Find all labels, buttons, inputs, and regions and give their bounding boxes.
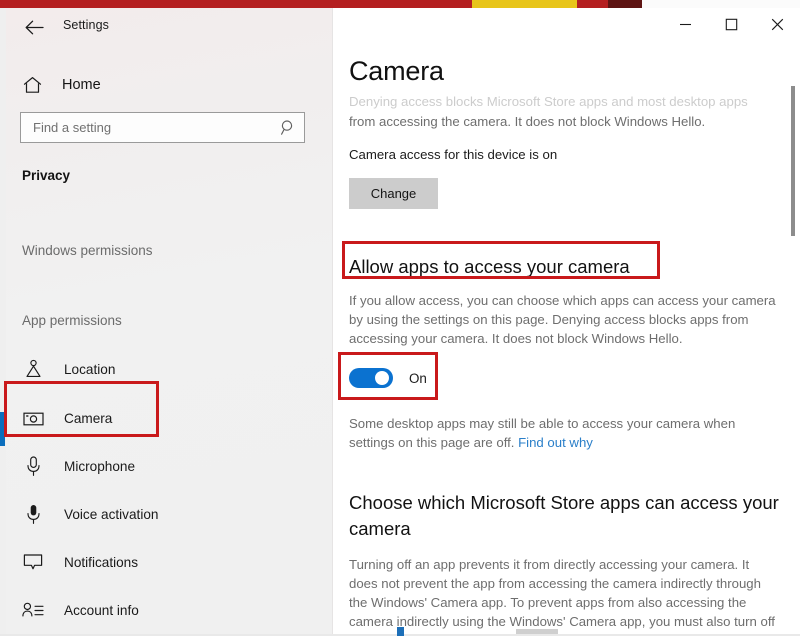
screenshot-root: Settings Home Find a setting Privacy Win…	[0, 0, 800, 636]
allow-apps-toggle[interactable]	[349, 368, 393, 388]
back-arrow-icon[interactable]	[18, 14, 50, 40]
settings-content-pane: Camera Denying access blocks Microsoft S…	[333, 8, 800, 636]
content-scrollbar[interactable]	[788, 8, 798, 636]
sidebar-home-label: Home	[62, 77, 101, 93]
find-out-why-link[interactable]: Find out why	[518, 435, 593, 450]
device-access-status: Camera access for this device is on	[349, 147, 558, 162]
settings-window: Settings Home Find a setting Privacy Win…	[6, 8, 800, 636]
sidebar-item-camera-label: Camera	[64, 410, 113, 426]
window-controls	[662, 8, 800, 44]
minimize-icon[interactable]	[662, 8, 708, 40]
allow-apps-heading: Allow apps to access your camera	[349, 256, 630, 277]
page-title: Camera	[349, 56, 444, 86]
microphone-icon	[22, 455, 44, 477]
desktop-apps-note: Some desktop apps may still be able to a…	[349, 414, 777, 452]
sidebar-item-home[interactable]: Home	[6, 70, 332, 100]
sidebar-item-voice-activation-label: Voice activation	[64, 506, 159, 522]
search-input[interactable]: Find a setting	[20, 112, 305, 143]
sidebar-item-account-info-label: Account info	[64, 602, 139, 618]
scrollbar-thumb[interactable]	[791, 86, 795, 236]
home-icon	[22, 75, 42, 95]
sidebar-item-notifications-label: Notifications	[64, 554, 139, 570]
notification-icon	[22, 551, 44, 573]
sidebar-item-location[interactable]: Location	[6, 351, 332, 387]
microphone-filled-icon	[22, 503, 44, 525]
scrolled-partial-text: Denying access blocks Microsoft Store ap…	[349, 94, 748, 109]
sidebar-item-notifications[interactable]: Notifications	[6, 544, 332, 580]
sidebar-item-account-info[interactable]: Account info	[6, 592, 332, 628]
sidebar-group-app-permissions: App permissions	[22, 313, 122, 328]
camera-icon	[22, 407, 44, 429]
sidebar-section-title: Privacy	[22, 168, 71, 183]
choose-apps-heading: Choose which Microsoft Store apps can ac…	[349, 492, 779, 539]
sidebar-item-voice-activation[interactable]: Voice activation	[6, 496, 332, 532]
background-bottom-accent	[397, 627, 404, 636]
maximize-icon[interactable]	[708, 8, 754, 40]
sidebar-item-microphone-label: Microphone	[64, 458, 136, 474]
location-pin-icon	[22, 358, 44, 380]
background-window-accent	[0, 412, 5, 446]
toggle-knob	[375, 371, 389, 385]
settings-sidebar: Settings Home Find a setting Privacy Win…	[6, 8, 333, 636]
sidebar-item-camera[interactable]: Camera	[6, 400, 332, 436]
background-strip-yellow	[472, 0, 577, 8]
account-info-icon	[22, 599, 44, 621]
window-titlebar: Settings	[6, 8, 332, 46]
search-icon[interactable]	[275, 115, 301, 141]
search-placeholder: Find a setting	[33, 120, 112, 135]
window-title: Settings	[63, 18, 109, 32]
background-strip-dark	[608, 0, 642, 8]
allow-apps-toggle-row: On	[349, 368, 427, 388]
choose-apps-description: Turning off an app prevents it from dire…	[349, 557, 775, 636]
sidebar-item-location-label: Location	[64, 361, 116, 377]
toggle-state-label: On	[409, 370, 427, 386]
allow-apps-description: If you allow access, you can choose whic…	[349, 293, 776, 346]
sidebar-group-windows-permissions: Windows permissions	[22, 243, 153, 258]
sidebar-item-microphone[interactable]: Microphone	[6, 448, 332, 484]
change-button[interactable]: Change	[349, 178, 438, 209]
device-access-description: from accessing the camera. It does not b…	[349, 114, 706, 129]
background-bottom-shade	[516, 629, 558, 634]
